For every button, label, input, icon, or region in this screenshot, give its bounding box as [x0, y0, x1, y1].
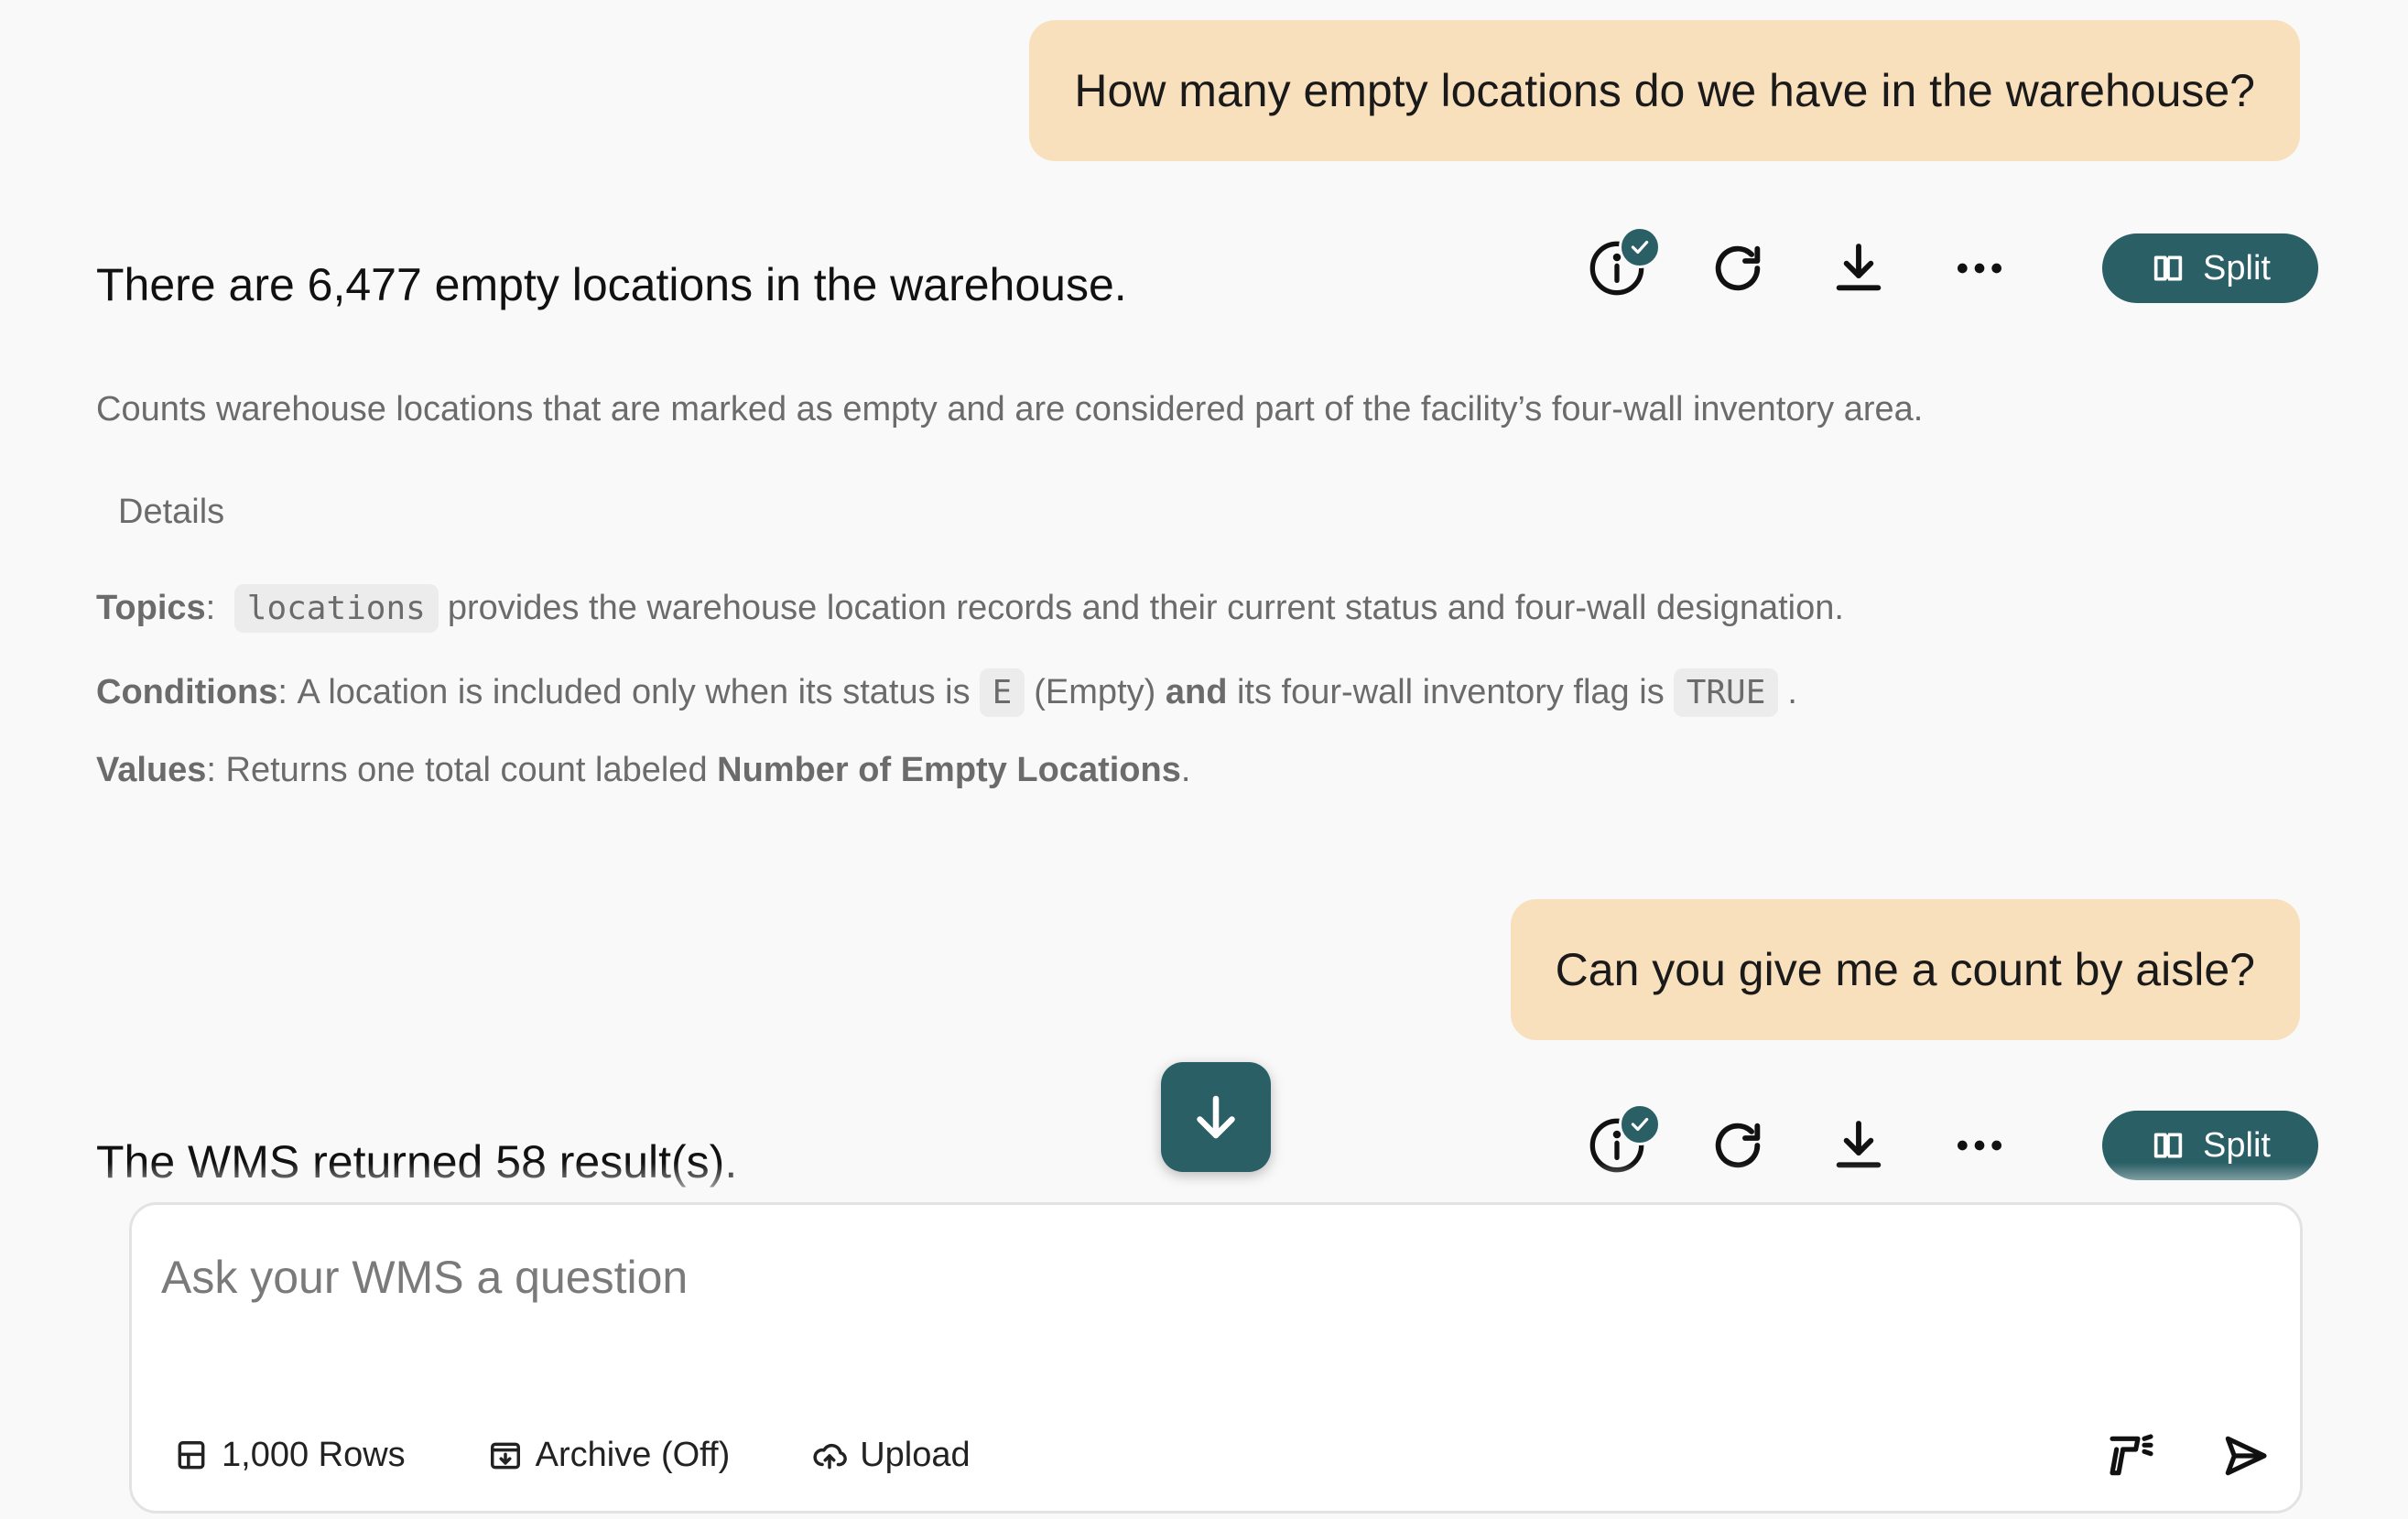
detail-conditions: Conditions: A location is included only … [96, 668, 1797, 717]
question-input[interactable] [161, 1251, 2175, 1304]
split-button[interactable]: Split [2102, 233, 2318, 303]
composer: 1,000 Rows Archive (Off) Upload [129, 1202, 2303, 1514]
answer-explanation: Counts warehouse locations that are mark… [96, 390, 1924, 429]
upload-label: Upload [860, 1436, 971, 1474]
details-toggle[interactable]: Details [118, 493, 224, 532]
user-message-2: Can you give me a count by aisle? [1510, 899, 2300, 1040]
answer-actions-1: Split [1584, 226, 2318, 303]
scroll-to-bottom-button[interactable] [1161, 1062, 1271, 1172]
cloud-upload-icon [813, 1443, 848, 1469]
rows-label: 1,000 Rows [222, 1436, 406, 1474]
rows-icon [178, 1440, 205, 1469]
conditions-label: Conditions [96, 673, 278, 711]
conditions-text-a: A location is included only when its sta… [297, 673, 971, 711]
verified-check-icon [1619, 1103, 1661, 1145]
values-bold: Number of Empty Locations [717, 751, 1181, 789]
split-view-icon [2153, 1133, 2183, 1158]
more-icon[interactable] [1947, 235, 2012, 301]
conditions-and: and [1165, 673, 1228, 711]
values-text-a: Returns one total count labeled [225, 751, 708, 789]
archive-icon [490, 1442, 520, 1469]
topics-text: provides the warehouse location records … [447, 589, 1844, 627]
conditions-code-status: E [979, 668, 1025, 717]
barcode-scanner-icon[interactable] [2104, 1428, 2159, 1483]
conditions-text-c: its four-wall inventory flag is [1236, 673, 1665, 711]
split-button-label: Split [2203, 1125, 2271, 1165]
conditions-code-flag: TRUE [1673, 668, 1779, 717]
composer-tools: 1,000 Rows Archive (Off) Upload [174, 1436, 1053, 1475]
user-message-text: How many empty locations do we have in t… [1074, 65, 2255, 116]
topics-code: locations [233, 584, 439, 633]
assistant-answer-1: There are 6,477 empty locations in the w… [96, 259, 1127, 310]
values-text-b: . [1180, 751, 1191, 789]
send-icon[interactable] [2218, 1428, 2272, 1483]
verified-check-icon [1619, 226, 1661, 268]
archive-button[interactable]: Archive (Off) [488, 1436, 731, 1475]
info-verified-icon[interactable] [1584, 226, 1661, 301]
conditions-text-b: (Empty) [1034, 673, 1156, 711]
rows-button[interactable]: 1,000 Rows [174, 1436, 406, 1475]
topics-label: Topics [96, 589, 206, 627]
conditions-text-d: . [1787, 673, 1797, 711]
refresh-icon[interactable] [1705, 235, 1771, 301]
split-button-label: Split [2203, 248, 2271, 288]
download-icon[interactable] [1826, 235, 1892, 301]
upload-button[interactable]: Upload [812, 1436, 971, 1475]
composer-actions [2104, 1428, 2272, 1483]
detail-values: Values: Returns one total count labeled … [96, 751, 1191, 789]
values-label: Values [96, 751, 207, 789]
detail-topics: Topics: locations provides the warehouse … [96, 584, 1844, 633]
user-message-1: How many empty locations do we have in t… [1029, 20, 2300, 161]
user-message-text: Can you give me a count by aisle? [1555, 944, 2255, 995]
arrow-down-icon [1197, 1095, 1235, 1139]
split-view-icon [2153, 255, 2183, 281]
archive-label: Archive (Off) [535, 1436, 731, 1474]
chat-app: How many empty locations do we have in t… [0, 0, 2408, 1519]
